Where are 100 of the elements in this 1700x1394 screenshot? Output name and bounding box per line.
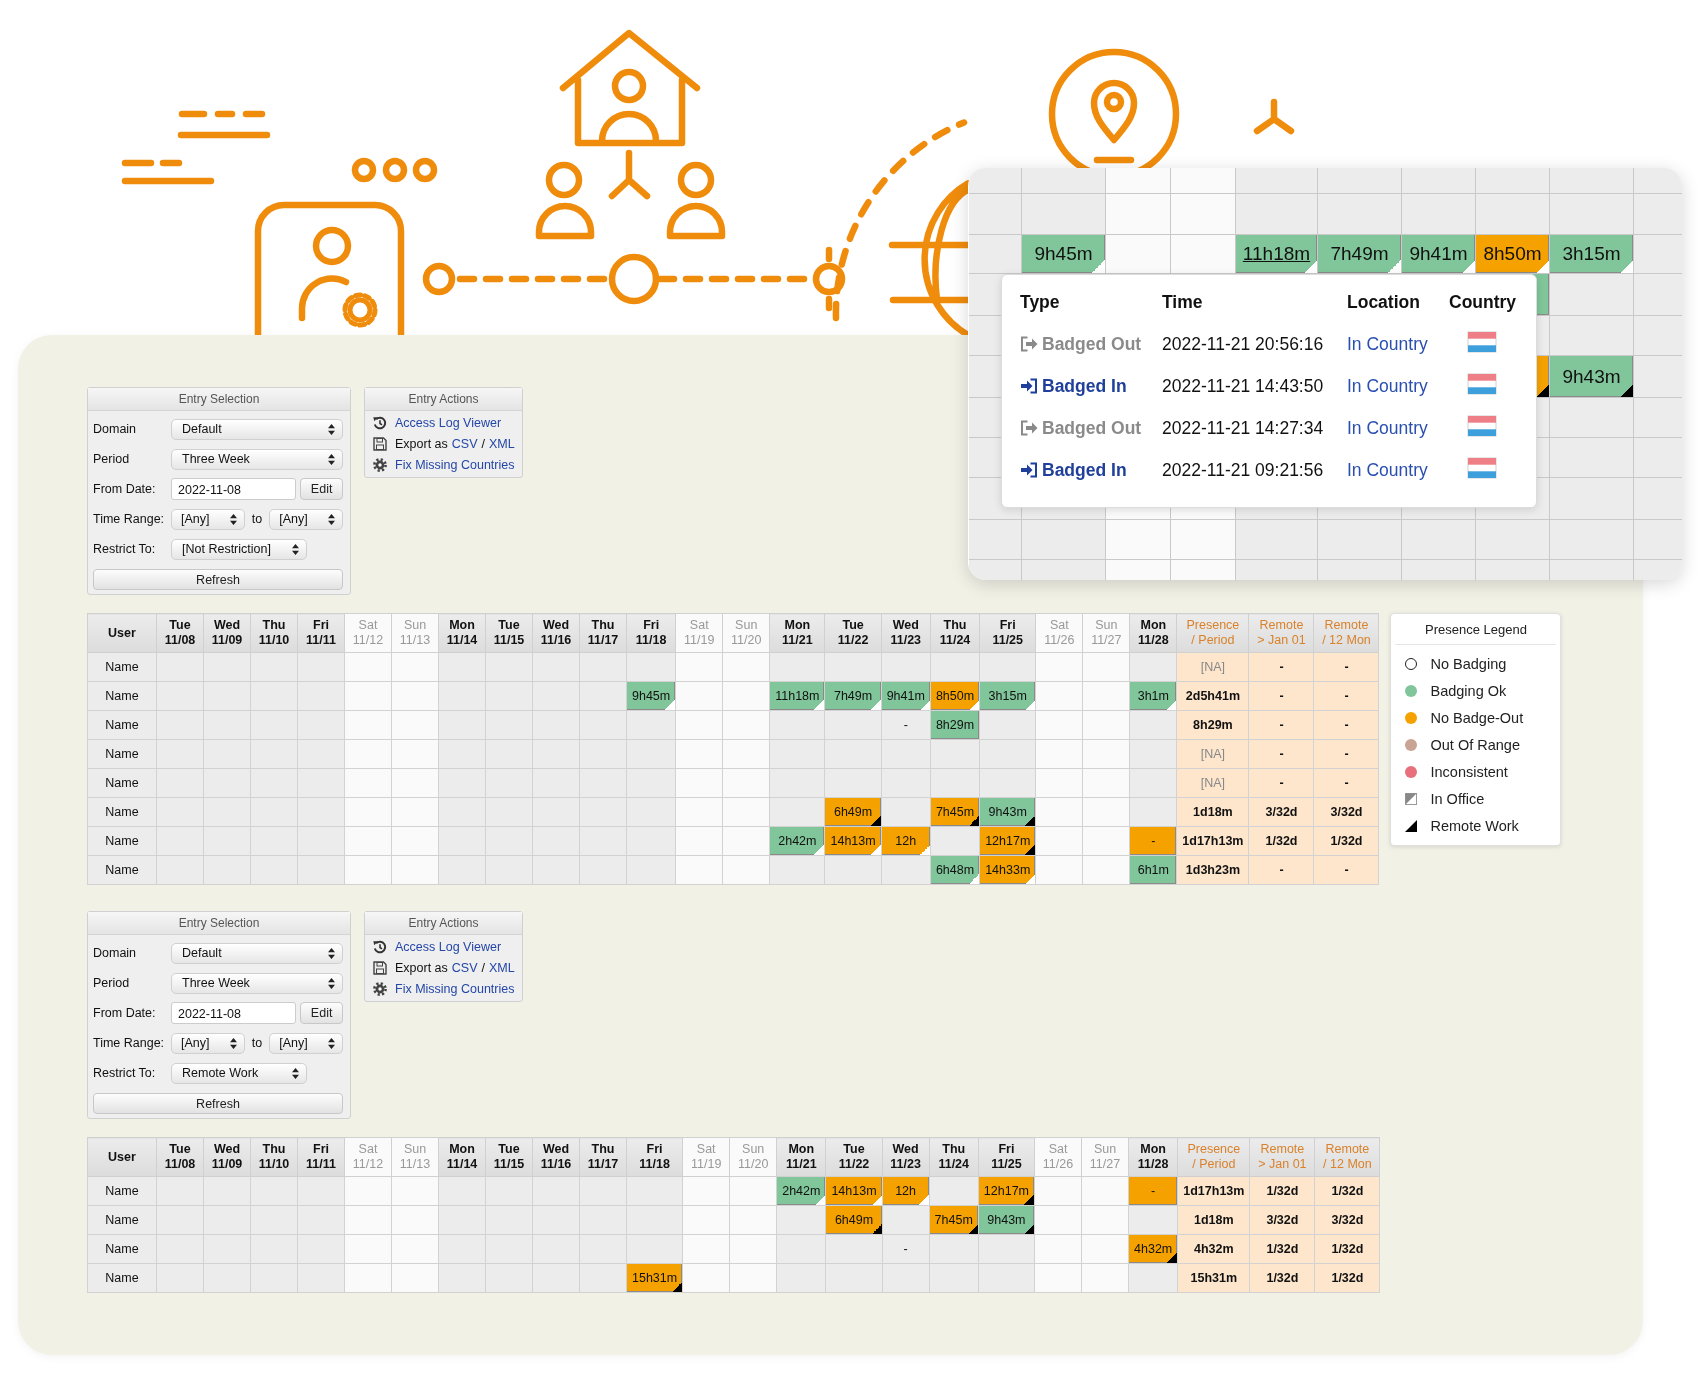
edit-button[interactable]: Edit [300, 1002, 343, 1024]
refresh-button[interactable]: Refresh [93, 1093, 343, 1114]
column-header: Fri 11/11 [297, 1137, 345, 1177]
column-header: Mon 11/21 [769, 613, 825, 653]
edit-button[interactable]: Edit [300, 478, 343, 500]
link[interactable]: XML [489, 437, 515, 451]
column-header: Fri 11/18 [626, 1137, 683, 1177]
dropdown[interactable]: Three Week [171, 972, 343, 994]
link[interactable]: CSV [451, 437, 478, 451]
status-cell[interactable]: 3h15m [1550, 235, 1634, 274]
status-cell[interactable]: 2h42m [769, 826, 825, 856]
link[interactable]: Fix Missing Countries [395, 982, 515, 996]
table-cell: Name [87, 710, 157, 740]
legend-label: No Badging [1430, 656, 1507, 672]
link[interactable]: Access Log Viewer [395, 940, 502, 954]
table-cell: - [1314, 739, 1379, 769]
updown-arrows-icon [328, 513, 335, 525]
dots-icon [351, 157, 438, 183]
column-header: Thu 11/24 [930, 613, 980, 653]
dropdown[interactable]: Three Week [171, 448, 343, 470]
status-cell[interactable]: 14h33m [979, 855, 1036, 885]
link[interactable]: Access Log Viewer [395, 416, 502, 430]
location-link[interactable]: In Country [1347, 375, 1449, 397]
flag-icon [1467, 414, 1497, 437]
table-cell: Name [87, 855, 157, 885]
sign-out-icon [1020, 420, 1038, 436]
location-link[interactable]: In Country [1347, 417, 1449, 439]
field-label: Time Range: [93, 512, 166, 526]
event-type: Badged Out [1042, 417, 1142, 439]
column-header: Fri 11/11 [297, 613, 345, 653]
date-field[interactable]: 2022-11-08 [171, 478, 297, 500]
column-header: Type [1020, 291, 1061, 313]
status-cell[interactable]: 12h17m [978, 1176, 1035, 1206]
table-cell: Name [87, 826, 157, 856]
dropdown[interactable]: Default [171, 942, 343, 964]
status-cell[interactable]: 15h31m [626, 1263, 683, 1293]
location-link[interactable]: In Country [1347, 333, 1449, 355]
flag-icon [1467, 456, 1497, 479]
dropdown[interactable]: [Any] [269, 1032, 343, 1054]
updown-arrows-icon [229, 513, 237, 525]
column-header: Wed 11/09 [203, 1137, 251, 1177]
sign-in-icon [1020, 462, 1038, 478]
table-cell: - [1249, 855, 1314, 885]
table-cell: 1d18m [1177, 1205, 1250, 1235]
dropdown[interactable]: [Any] [171, 1032, 245, 1054]
field-label: Period [93, 452, 131, 466]
column-header: Sat 11/19 [675, 613, 723, 653]
updown-arrows-icon [328, 977, 335, 989]
people-network-icon [535, 149, 726, 240]
table-cell: 1/32d [1314, 1176, 1380, 1206]
column-header: Location [1347, 291, 1421, 313]
column-header: User [87, 613, 157, 653]
history-icon [373, 940, 387, 954]
legend-label: Badging Ok [1430, 683, 1507, 699]
table-cell: Name [87, 739, 157, 769]
table-cell: - [1314, 855, 1379, 885]
link[interactable]: XML [489, 961, 515, 975]
dropdown[interactable]: Remote Work [171, 1062, 307, 1084]
status-cell[interactable]: 9h41m [1402, 235, 1476, 274]
column-header: Mon 11/14 [438, 1137, 486, 1177]
status-cell[interactable]: 11h18m [769, 681, 825, 711]
column-header: Sun 11/13 [391, 1137, 439, 1177]
status-cell[interactable]: 8h50m [1476, 235, 1550, 274]
table-cell: 1d17h13m [1176, 826, 1249, 856]
status-cell[interactable]: 9h45m [1022, 235, 1106, 274]
link[interactable]: Fix Missing Countries [395, 458, 515, 472]
status-cell[interactable]: 11h18m [1236, 235, 1318, 274]
dropdown[interactable]: [Any] [269, 508, 343, 530]
updown-arrows-icon [229, 1037, 237, 1049]
table-cell: 3/32d [1249, 1205, 1315, 1235]
event-time: 2022-11-21 20:56:16 [1162, 333, 1325, 355]
field-label: From Date: [93, 1006, 157, 1020]
table-cell: Name [87, 768, 157, 798]
column-header: Thu 11/17 [579, 1137, 627, 1177]
status-cell[interactable]: 9h43m [979, 797, 1036, 827]
column-header: Sat 11/12 [344, 613, 392, 653]
refresh-button[interactable]: Refresh [93, 569, 343, 590]
event-type: Badged In [1042, 375, 1127, 397]
column-header: Fri 11/18 [626, 613, 676, 653]
action-label: Export as [395, 961, 448, 975]
flag-icon [1467, 330, 1497, 353]
legend-label: Out Of Range [1430, 737, 1520, 753]
dropdown[interactable]: Default [171, 418, 343, 440]
dropdown[interactable]: [Any] [171, 508, 245, 530]
location-link[interactable]: In Country [1347, 459, 1449, 481]
status-cell[interactable]: 7h49m [1318, 235, 1402, 274]
status-cell[interactable]: 9h43m [1550, 356, 1634, 398]
table-cell: Name [87, 652, 157, 682]
date-field[interactable]: 2022-11-08 [171, 1002, 297, 1024]
status-cell[interactable]: 9h43m [978, 1205, 1035, 1235]
panel-title: Entry Selection [88, 388, 350, 411]
status-cell[interactable]: 3h15m [979, 681, 1036, 711]
dropdown[interactable]: [Not Restriction] [171, 538, 307, 560]
link[interactable]: CSV [451, 961, 478, 975]
status-cell[interactable]: 12h17m [979, 826, 1036, 856]
panel-title: Entry Actions [365, 912, 522, 935]
triangle-icon [1405, 820, 1418, 832]
column-header: Mon 11/28 [1128, 1137, 1178, 1177]
action-label: Export as [395, 437, 448, 451]
sign-in-icon [1020, 378, 1038, 394]
